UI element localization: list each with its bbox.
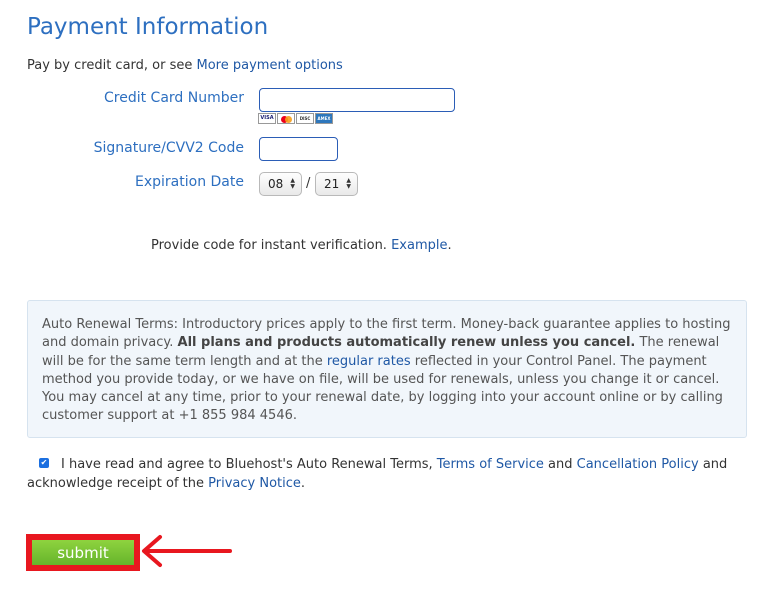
cancellation-policy-link[interactable]: Cancellation Policy [577,457,699,472]
discover-logo-icon: DISC [296,113,314,124]
amex-logo-icon: AMEX [315,113,333,124]
cvv-label: Signature/CVV2 Code [93,140,244,156]
exp-year-value: 21 [324,177,340,191]
agreement-period: . [300,475,306,491]
terms-of-service-link[interactable]: Terms of Service [437,457,544,472]
agreement-and: and [543,457,577,472]
checkmark-icon: ✔ [40,458,48,467]
example-link[interactable]: Example [391,238,447,253]
visa-logo-icon: VISA [258,113,276,124]
expiration-label: Expiration Date [135,174,244,190]
submit-highlight-box: submit [26,534,140,571]
agree-checkbox[interactable]: ✔ [39,458,49,468]
submit-button[interactable]: submit [32,540,134,565]
regular-rates-link[interactable]: regular rates [327,354,411,369]
mastercard-logo-icon [277,113,295,124]
pay-by-line: Pay by credit card, or see More payment … [27,58,343,73]
pointer-arrow-icon [142,535,232,567]
agreement-text-1: I have read and agree to Bluehost's Auto… [61,457,437,472]
verification-period: . [447,238,452,253]
select-arrows-icon: ▲ ▼ [346,177,351,190]
card-logos: VISA DISC AMEX [258,113,333,124]
exp-month-select[interactable]: 08 ▲ ▼ [259,172,302,196]
auto-renewal-terms-box: Auto Renewal Terms: Introductory prices … [27,300,747,438]
exp-separator: / [306,176,311,191]
card-number-label: Credit Card Number [104,90,244,106]
exp-month-value: 08 [268,177,284,191]
cvv-input[interactable] [259,137,338,161]
verification-text: Provide code for instant verification. [151,238,392,253]
page-title: Payment Information [27,14,269,40]
agreement-text: I have read and agree to Bluehost's Auto… [27,456,737,493]
exp-year-select[interactable]: 21 ▲ ▼ [315,172,358,196]
card-number-input[interactable] [259,88,455,112]
terms-bold: All plans and products automatically ren… [177,335,636,351]
more-payment-options-link[interactable]: More payment options [197,58,343,73]
select-arrows-icon: ▲ ▼ [290,177,295,190]
privacy-notice-link[interactable]: Privacy Notice [208,476,301,491]
pay-by-text: Pay by credit card, or see [27,58,197,73]
verification-line: Provide code for instant verification. E… [151,238,452,253]
